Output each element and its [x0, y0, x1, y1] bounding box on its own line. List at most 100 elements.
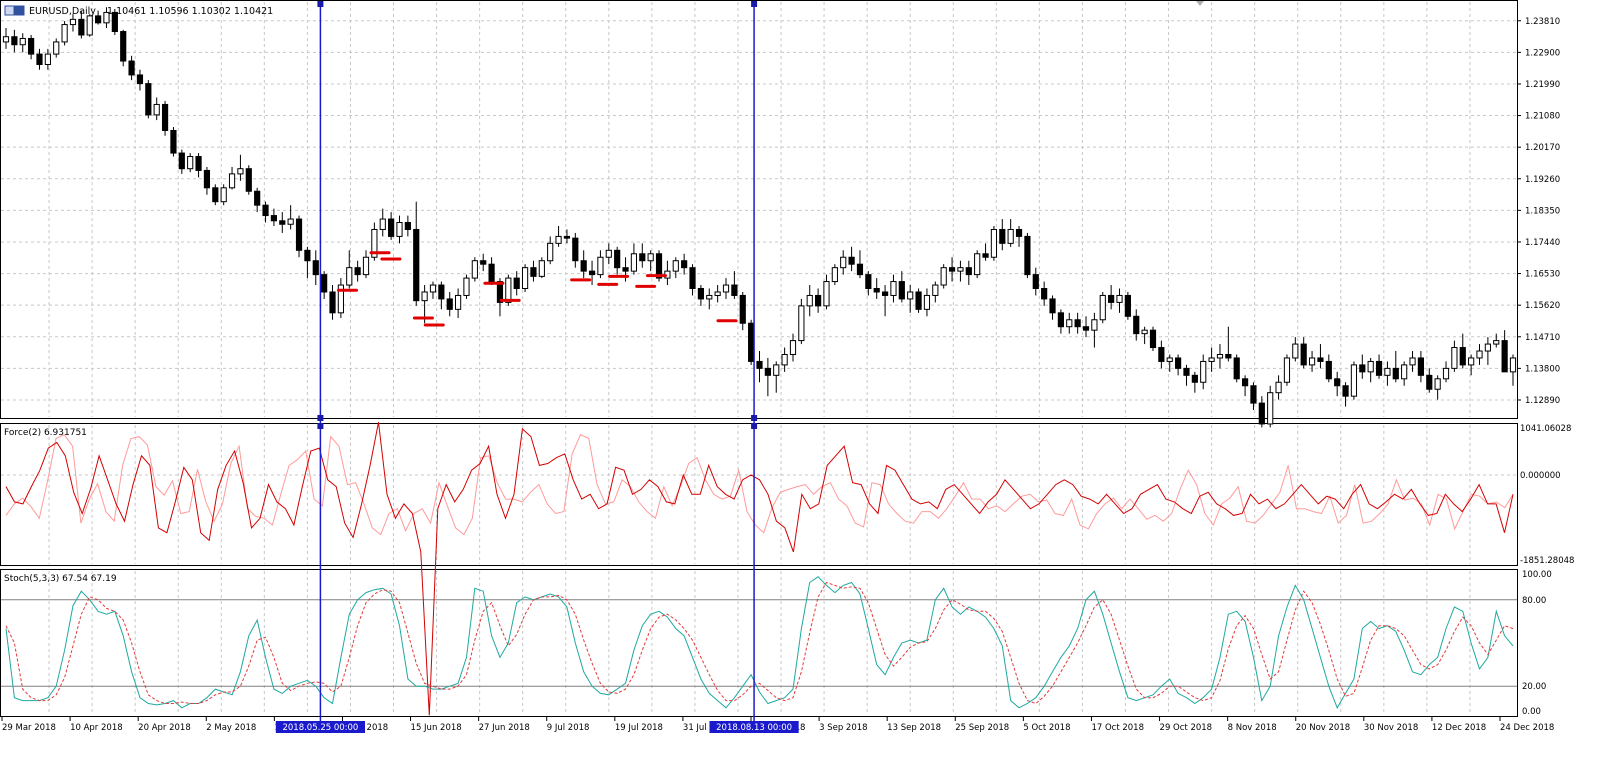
candle-body — [429, 284, 437, 293]
candle-body — [622, 267, 629, 272]
candle-body — [1200, 360, 1207, 383]
candle-body — [555, 235, 562, 244]
candle-body — [1216, 353, 1224, 359]
candle-body — [438, 284, 445, 300]
candle-body — [1074, 319, 1081, 328]
candle-body — [890, 281, 897, 296]
candle-body — [1317, 357, 1324, 362]
candle-body — [404, 222, 411, 230]
candle-body — [455, 294, 462, 310]
candle-body — [639, 253, 646, 262]
candle-body — [756, 360, 763, 369]
candle-body — [94, 15, 102, 24]
marker-handle[interactable] — [317, 415, 324, 421]
candle-body — [505, 277, 512, 303]
chart-window-icon[interactable] — [4, 5, 15, 16]
candle-body — [748, 322, 755, 362]
candle-body — [1442, 367, 1450, 380]
candle-body — [1166, 357, 1173, 362]
candle-body — [1308, 357, 1316, 366]
x-axis-label: 20 Apr 2018 — [138, 723, 191, 733]
price-axis-label: 1.20170 — [1525, 143, 1560, 153]
candle-body — [1459, 347, 1466, 366]
candle-body — [178, 152, 185, 170]
candle-body — [212, 187, 219, 203]
candle-body — [421, 291, 428, 302]
candle-body — [681, 260, 688, 269]
candle-body — [823, 281, 830, 307]
candle-body — [287, 218, 294, 225]
x-axis-label: 8 Nov 2018 — [1228, 723, 1277, 733]
candle-body — [1476, 350, 1483, 359]
candle-body — [1099, 294, 1106, 321]
candle-body — [1359, 364, 1366, 373]
candle-body — [86, 15, 93, 36]
price-axis-label: 1.17440 — [1525, 238, 1560, 248]
candle-body — [1175, 357, 1182, 369]
candle-body — [488, 263, 495, 283]
candle-body — [965, 267, 972, 276]
candle-body — [1283, 357, 1291, 383]
price-axis-label: 1.21080 — [1525, 112, 1560, 122]
symbol-header: EURUSD,Daily 1.10461 1.10596 1.10302 1.1… — [4, 5, 273, 17]
candle-body — [706, 294, 713, 300]
force-axis-label: 1041.06028 — [1520, 424, 1571, 434]
candle-body — [480, 260, 487, 265]
candle-body — [161, 103, 169, 131]
candle-body — [865, 274, 872, 290]
candle-body — [446, 298, 453, 310]
candle-body — [1191, 374, 1198, 383]
candle-body — [848, 256, 855, 265]
candle-body — [388, 218, 395, 237]
price-axis-label: 1.18350 — [1525, 206, 1560, 216]
candle-body — [1066, 319, 1073, 328]
candle-body — [237, 168, 244, 175]
candle-body — [413, 228, 420, 302]
candle-body — [1091, 319, 1098, 331]
candle-body — [764, 367, 771, 376]
candle-body — [530, 267, 537, 277]
marker-handle[interactable] — [317, 1, 324, 7]
marker-handle[interactable] — [317, 423, 324, 429]
candle-body — [1049, 298, 1056, 314]
candle-body — [672, 260, 679, 272]
marker-handle[interactable] — [751, 423, 758, 429]
candle-body — [521, 267, 529, 290]
marker-handle[interactable] — [751, 1, 758, 7]
candle-body — [1183, 367, 1190, 376]
candle-body — [346, 267, 353, 286]
candle-body — [69, 18, 77, 26]
marker-handle[interactable] — [751, 415, 758, 421]
candle-body — [1401, 364, 1408, 380]
x-axis-label: 9 Jul 2018 — [547, 723, 590, 733]
price-axis-label: 1.15620 — [1525, 301, 1560, 311]
candle-body — [547, 242, 554, 262]
x-axis-label: 13 Sep 2018 — [887, 723, 941, 733]
candle-body — [1509, 357, 1517, 373]
x-axis-label: 29 Mar 2018 — [2, 723, 56, 733]
stoch-axis-label: 80.00 — [1522, 596, 1546, 606]
candle-body — [856, 263, 864, 276]
candle-body — [932, 284, 939, 296]
marker-date-label: 2018.05.25 00:00 — [282, 723, 358, 733]
candle-body — [312, 260, 319, 276]
candle-body — [873, 288, 880, 293]
candle-body — [1292, 343, 1299, 359]
candle-body — [1392, 367, 1399, 380]
candle-body — [982, 253, 989, 258]
price-axis-label: 1.13800 — [1525, 364, 1560, 374]
x-axis-label: 3 Sep 2018 — [819, 723, 867, 733]
candle-body — [279, 220, 286, 225]
candle-body — [923, 294, 931, 310]
candle-body — [806, 294, 813, 307]
candle-body — [136, 74, 144, 85]
candle-body — [2, 36, 10, 43]
x-axis-label: 29 Oct 2018 — [1160, 723, 1213, 733]
candle-body — [957, 267, 964, 272]
candle-body — [19, 37, 26, 46]
chart-type-icon[interactable] — [14, 5, 25, 16]
candle-body — [1116, 294, 1123, 303]
candle-body — [907, 291, 914, 300]
candle-body — [1275, 381, 1282, 394]
x-axis-label: 15 Jun 2018 — [411, 723, 462, 733]
